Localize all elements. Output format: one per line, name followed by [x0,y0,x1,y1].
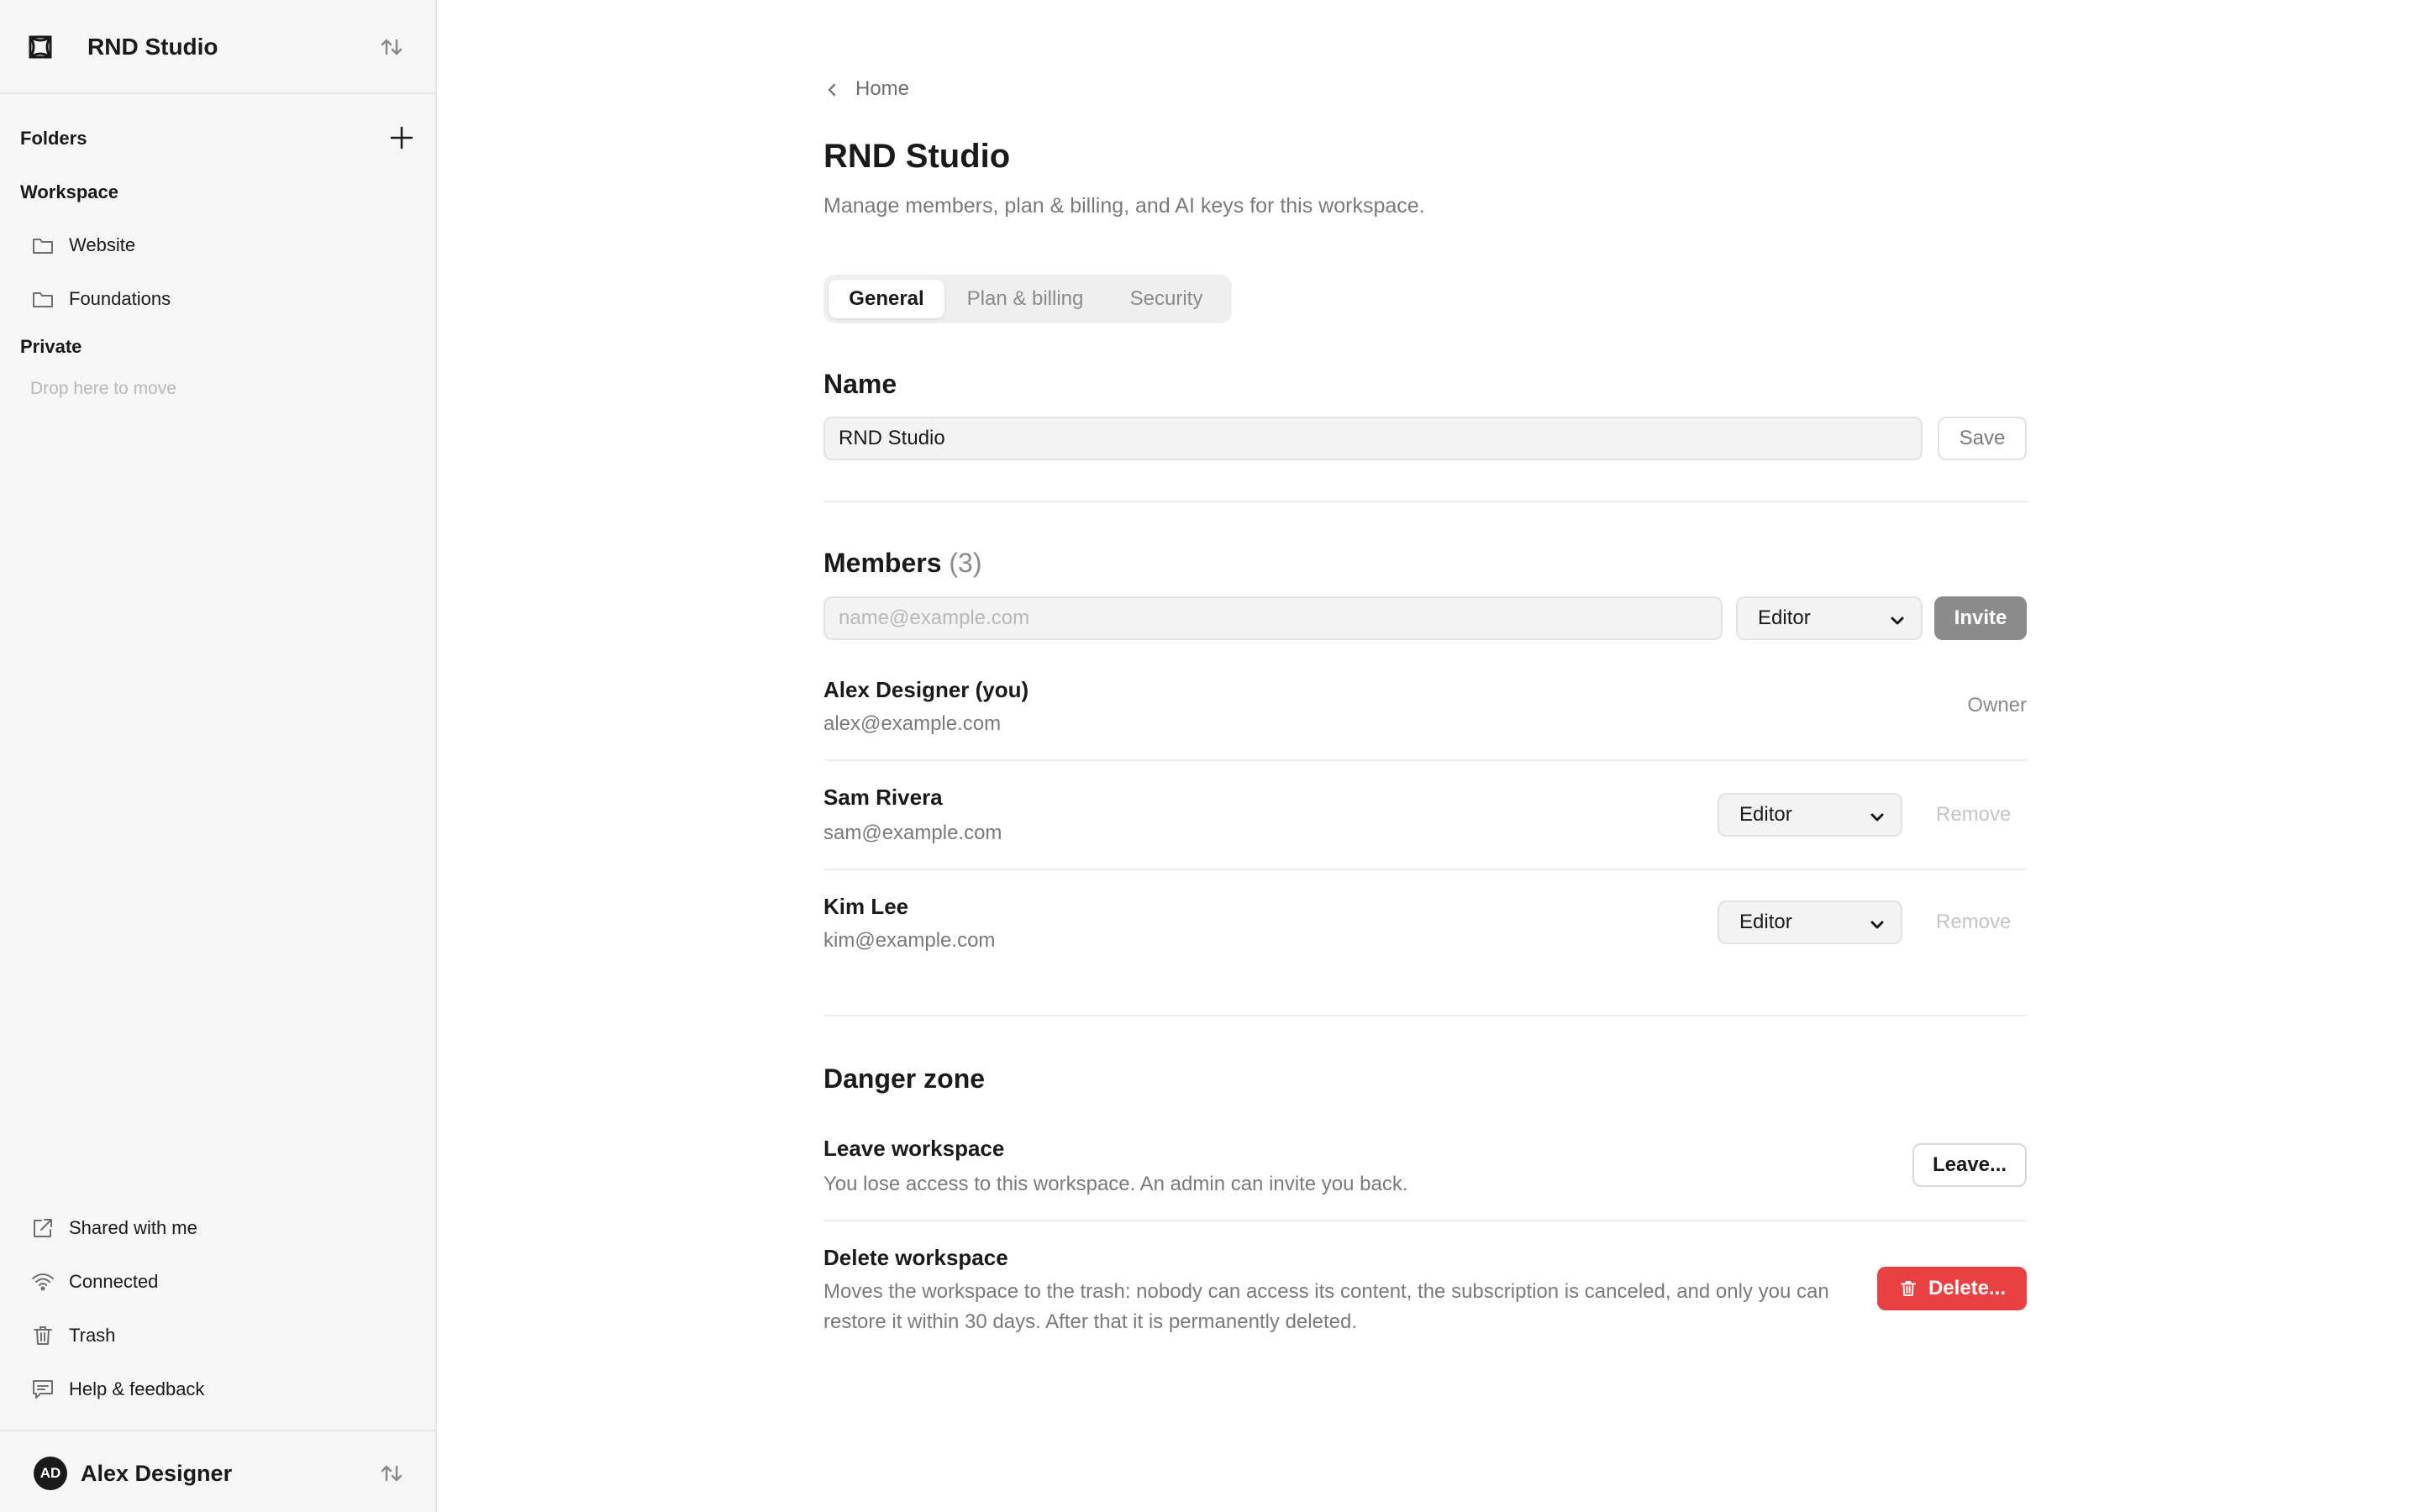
sidebar-item-label: Shared with me [69,1217,197,1238]
divider [823,501,2027,502]
page-description: Manage members, plan & billing, and AI k… [823,194,1425,218]
delete-workspace-description: Moves the workspace to the trash: nobody… [823,1280,1829,1333]
divider [823,759,2027,761]
members-count: (3) [949,548,982,578]
sidebar-item-website[interactable]: Website [30,228,135,262]
leave-workspace-button[interactable]: Leave... [1912,1143,2027,1187]
tab-plan-billing[interactable]: Plan & billing [950,280,1101,318]
member-role-value: Editor [1739,911,1792,933]
workspace-section-label: Workspace [20,181,118,202]
invite-role-value: Editor [1758,606,1811,629]
chevron-down-icon [1869,808,1886,825]
divider [823,1015,2027,1016]
sort-arrows-icon[interactable] [376,1458,407,1488]
settings-tabs: General Plan & billing Security [823,275,1232,323]
member-name: Alex Designer (you) [823,677,1029,702]
invite-email-input[interactable]: name@example.com [823,596,1723,640]
user-name: Alex Designer [81,1461,233,1486]
folders-label: Folders [20,128,87,149]
leave-workspace-description: You lose access to this workspace. An ad… [823,1173,1408,1195]
member-name: Sam Rivera [823,785,943,810]
sidebar-item-label: Trash [69,1325,116,1346]
delete-button-label: Delete... [1928,1277,2007,1299]
chevron-left-icon [823,81,840,97]
members-title-text: Members [823,548,942,578]
member-email: kim@example.com [823,929,996,952]
save-button[interactable]: Save [1938,417,2027,460]
sidebar-item-foundations[interactable]: Foundations [30,282,171,316]
private-section-label: Private [20,336,82,357]
chevron-down-icon [1869,916,1886,932]
workspace-switcher[interactable]: RND Studio [0,0,435,94]
remove-member-button[interactable]: Remove [1936,801,2011,828]
tab-general[interactable]: General [829,280,944,318]
workspace-name: RND Studio [87,34,218,60]
sidebar-item-connected[interactable]: Connected [30,1265,158,1299]
external-link-icon [30,1215,55,1241]
member-email: sam@example.com [823,822,1002,844]
trash-icon [30,1323,55,1348]
add-folder-icon[interactable] [387,123,417,153]
delete-workspace-button[interactable]: Delete... [1877,1267,2027,1310]
sidebar-item-trash[interactable]: Trash [30,1319,115,1352]
member-role-owner: Owner [1967,694,2027,717]
member-role-select[interactable]: Editor [1718,793,1902,837]
avatar: AD [34,1457,67,1490]
sidebar-item-shared[interactable]: Shared with me [30,1211,197,1245]
members-section-title: Members (3) [823,546,982,580]
sort-arrows-icon[interactable] [376,32,407,62]
chevron-down-icon [1889,612,1906,628]
wifi-icon [30,1269,55,1294]
workspace-name-input[interactable]: RND Studio [823,417,1923,460]
breadcrumb[interactable]: Home [823,76,909,102]
tab-security[interactable]: Security [1106,280,1227,318]
folder-icon [30,233,55,258]
page-title: RND Studio [823,138,1011,175]
chat-icon [30,1377,55,1402]
divider [823,1220,2027,1221]
sidebar-item-label: Help & feedback [69,1378,205,1399]
sidebar-item-help[interactable]: Help & feedback [30,1373,204,1406]
divider [823,869,2027,870]
settings-page: Home RND Studio Manage members, plan & b… [823,0,2027,1512]
sidebar-item-label: Connected [69,1271,159,1292]
breadcrumb-home[interactable]: Home [855,77,909,101]
invite-role-select[interactable]: Editor [1736,596,1923,640]
sidebar-item-label: Website [69,234,136,255]
workspace-logo-icon [25,32,55,62]
drop-hint: Drop here to move [30,379,176,398]
leave-workspace-title: Leave workspace [823,1136,1005,1161]
sidebar: RND Studio Folders Workspace Website Fou… [0,0,437,1512]
trash-icon [1898,1278,1918,1299]
folder-icon [30,286,55,312]
name-section-title: Name [823,369,897,399]
delete-workspace-title: Delete workspace [823,1245,1008,1270]
user-menu[interactable]: AD Alex Designer [0,1430,435,1512]
sidebar-item-label: Foundations [69,288,171,309]
member-email: alex@example.com [823,712,1002,735]
danger-zone-title: Danger zone [823,1063,986,1094]
remove-member-button[interactable]: Remove [1936,909,2011,936]
member-name: Kim Lee [823,894,909,919]
invite-button[interactable]: Invite [1934,596,2027,640]
member-role-select[interactable]: Editor [1718,900,1902,944]
member-role-value: Editor [1739,803,1792,826]
